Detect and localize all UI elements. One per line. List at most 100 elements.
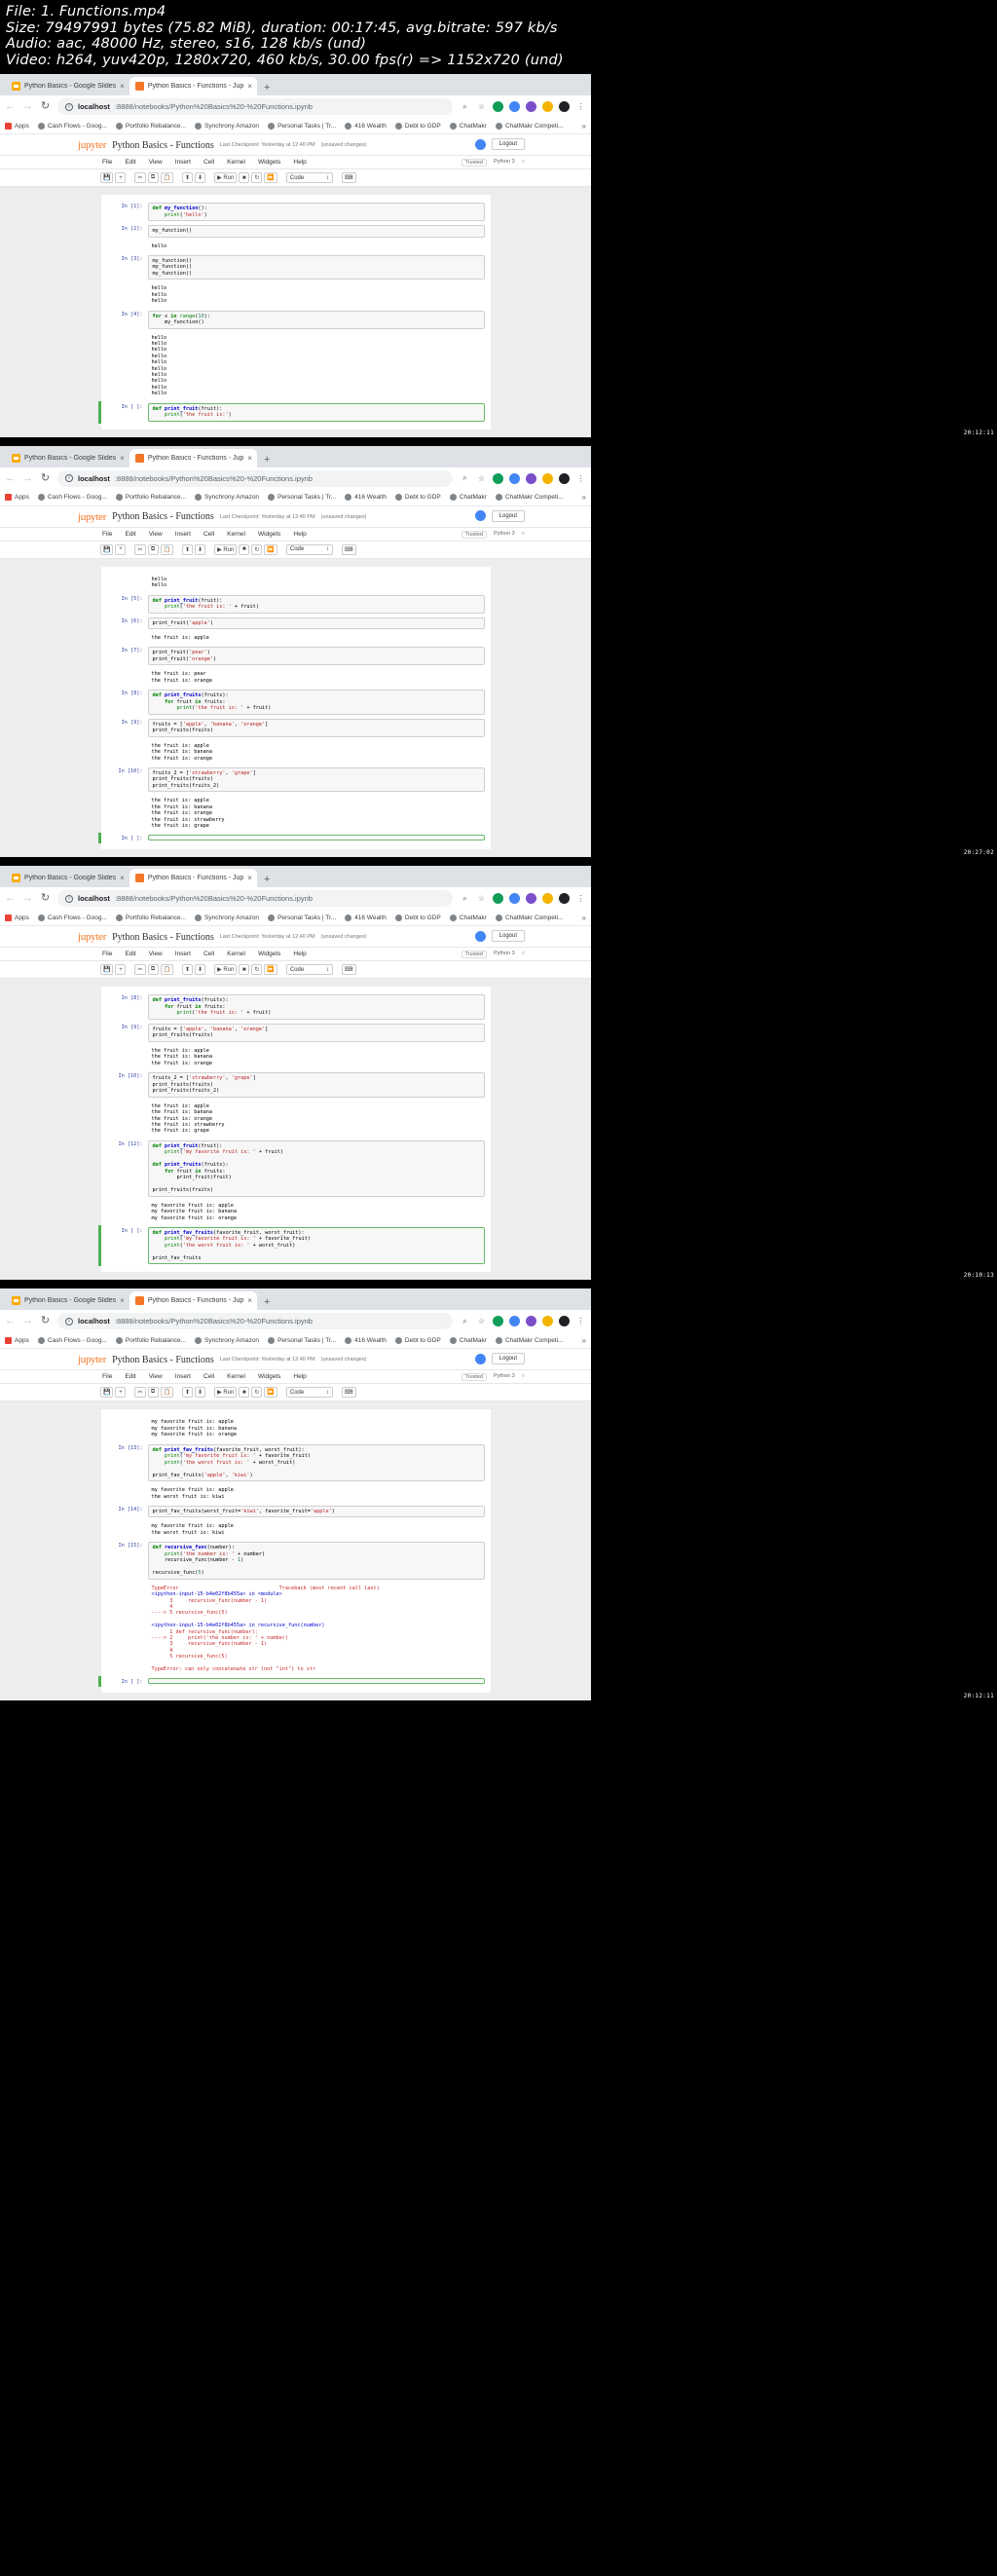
bookmark-item[interactable]: Personal Tasks | Tr... — [268, 914, 336, 921]
extension-purple-icon[interactable] — [526, 101, 536, 112]
forward-button[interactable]: → — [22, 472, 33, 484]
bookmark-item[interactable]: Apps — [5, 122, 29, 130]
new-tab-button[interactable]: + — [264, 83, 270, 93]
chrome-menu-icon[interactable]: ⋮ — [575, 893, 586, 904]
bookmark-item[interactable]: Personal Tasks | Tr... — [268, 122, 336, 130]
jupyter-menu-insert[interactable]: Insert — [175, 1373, 191, 1380]
profile-avatar-icon[interactable] — [559, 472, 570, 484]
tab-close-icon[interactable]: × — [247, 82, 252, 91]
run-button[interactable]: ▶ Run — [214, 172, 238, 183]
move-up-button[interactable]: ⬆ — [182, 964, 194, 976]
code-editor[interactable]: def print_fav_fruits(favorite_fruit, wor… — [147, 1226, 485, 1265]
move-up-button[interactable]: ⬆ — [182, 1387, 194, 1399]
chrome-menu-icon[interactable]: ⋮ — [575, 101, 586, 112]
code-editor[interactable]: def print_fruit(fruit): print('the fruit… — [147, 594, 485, 614]
tab-close-icon[interactable]: × — [120, 874, 125, 882]
cell-body[interactable]: print_fruit('pear') print_fruit('orange'… — [147, 647, 485, 666]
browser-tab-0[interactable]: Python Basics - Google Slides × — [6, 448, 129, 467]
cell-type-select[interactable]: Code ↕ — [285, 543, 333, 555]
code-editor[interactable]: def my_function(): print('hello') — [147, 203, 485, 221]
restart-kernel-button[interactable]: ↻ — [251, 1387, 263, 1399]
jupyter-menu-help[interactable]: Help — [293, 159, 306, 166]
jupyter-menu-edit[interactable]: Edit — [125, 951, 135, 957]
restart-run-all-button[interactable]: ⏩ — [264, 172, 277, 183]
bookmark-item[interactable]: ChatMakr Competi... — [495, 1336, 564, 1344]
cell-body[interactable]: print_fruit('apple') — [147, 616, 485, 629]
bookmark-item[interactable]: Cash Flows - Goog... — [37, 122, 107, 130]
code-editor[interactable]: def recursive_func(number): print('the n… — [147, 1542, 485, 1580]
bookmark-star-icon[interactable]: ☆ — [476, 893, 487, 904]
jupyter-menu-insert[interactable]: Insert — [175, 159, 191, 166]
extension-green-icon[interactable] — [493, 1316, 503, 1327]
move-down-button[interactable]: ⬇ — [195, 172, 206, 183]
chrome-menu-icon[interactable]: ⋮ — [575, 1316, 586, 1326]
cell-type-select[interactable]: Code ↕ — [285, 1387, 333, 1399]
tab-close-icon[interactable]: × — [247, 454, 252, 463]
cut-cell-button[interactable]: ✂ — [134, 172, 146, 183]
jupyter-menu-help[interactable]: Help — [293, 951, 306, 957]
bookmark-item[interactable]: 416 Wealth — [345, 1336, 387, 1344]
search-icon[interactable]: ⌕ — [460, 101, 470, 112]
jupyter-menu-kernel[interactable]: Kernel — [227, 531, 245, 538]
save-button[interactable]: 💾 — [100, 172, 114, 183]
restart-kernel-button[interactable]: ↻ — [251, 964, 263, 976]
bookmark-item[interactable]: Portfolio Rebalance... — [115, 914, 186, 921]
bookmark-item[interactable]: Debt to GDP — [394, 914, 441, 921]
logout-button[interactable]: Logout — [491, 1353, 525, 1365]
notebook-cell[interactable]: In [9]: fruits = ['apple', 'banana', 'ora… — [101, 717, 491, 739]
notebook-cell[interactable]: In [13]: def print_fav_fruits(favorite_fr… — [101, 1442, 491, 1484]
bookmark-item[interactable]: ChatMakr Competi... — [495, 494, 564, 502]
code-editor[interactable] — [147, 1678, 485, 1685]
cut-cell-button[interactable]: ✂ — [134, 1387, 146, 1399]
notebook-cell[interactable]: In [ ]: def print_fav_fruits(favorite_fru… — [97, 1224, 491, 1267]
jupyter-menu-kernel[interactable]: Kernel — [227, 1373, 245, 1380]
bookmark-item[interactable]: ChatMakr — [449, 914, 487, 921]
move-up-button[interactable]: ⬆ — [182, 172, 194, 183]
run-button[interactable]: ▶ Run — [214, 543, 238, 555]
cell-body[interactable]: def print_fruits(fruits): for fruit in f… — [147, 690, 485, 715]
notebook-cell[interactable]: In [10]: fruits_2 = ['strawberry', 'grape… — [101, 765, 491, 795]
back-button[interactable]: ← — [5, 101, 16, 112]
cell-body[interactable]: fruits = ['apple', 'banana', 'orange'] p… — [147, 718, 485, 737]
jupyter-logo[interactable]: jupyter — [78, 511, 106, 523]
code-editor[interactable]: my_function() my_function() my_function(… — [147, 254, 485, 280]
insert-cell-button[interactable]: + — [115, 1387, 127, 1399]
tab-close-icon[interactable]: × — [247, 874, 252, 882]
cell-body[interactable]: def print_fav_fruits(favorite_fruit, wor… — [147, 1226, 485, 1265]
code-editor[interactable]: fruits = ['apple', 'banana', 'orange'] p… — [147, 718, 485, 737]
paste-cell-button[interactable]: 📋 — [160, 172, 173, 183]
copy-cell-button[interactable]: ⧉ — [147, 964, 159, 976]
profile-avatar-icon[interactable] — [559, 101, 570, 112]
notebook-cell[interactable]: In [9]: fruits = ['apple', 'banana', 'ora… — [101, 1022, 491, 1044]
extension-orange-icon[interactable] — [542, 101, 553, 112]
jupyter-menu-widgets[interactable]: Widgets — [258, 951, 280, 957]
address-bar[interactable]: i localhost:8888/notebooks/Python%20Basic… — [57, 890, 453, 908]
notebook-cell[interactable]: In [10]: fruits_2 = ['strawberry', 'grape… — [101, 1070, 491, 1100]
code-editor[interactable]: fruits = ['apple', 'banana', 'orange'] p… — [147, 1023, 485, 1042]
bookmark-item[interactable]: Cash Flows - Goog... — [37, 494, 107, 502]
address-bar[interactable]: i localhost:8888/notebooks/Python%20Basic… — [57, 469, 453, 487]
notebook-cell[interactable]: In [12]: def print_fruit(fruit): print('m… — [101, 1139, 491, 1199]
logout-button[interactable]: Logout — [491, 509, 525, 522]
notebook-cell[interactable]: In [5]: def print_fruit(fruit): print('th… — [101, 593, 491, 616]
restart-kernel-button[interactable]: ↻ — [251, 172, 263, 183]
browser-tab-1[interactable]: Python Basics - Functions - Jup × — [129, 77, 257, 95]
jupyter-menu-file[interactable]: File — [102, 1373, 112, 1380]
tab-close-icon[interactable]: × — [120, 1296, 125, 1305]
jupyter-menu-view[interactable]: View — [149, 1373, 163, 1380]
notebook-cell[interactable]: In [14]: print_fav_fruits(worst_fruit='ki… — [101, 1504, 491, 1520]
jupyter-logo[interactable]: jupyter — [78, 931, 106, 943]
interrupt-kernel-button[interactable]: ■ — [239, 964, 250, 976]
code-editor[interactable]: print_fruit('pear') print_fruit('orange'… — [147, 647, 485, 666]
cell-body[interactable] — [147, 835, 485, 841]
jupyter-logo[interactable]: jupyter — [78, 1354, 106, 1365]
jupyter-menu-widgets[interactable]: Widgets — [258, 159, 280, 166]
notebook-title[interactable]: Python Basics - Functions — [112, 1355, 214, 1365]
site-info-icon[interactable]: i — [65, 102, 73, 111]
notebook-cell[interactable]: In [1]: def my_function(): print('hello') — [101, 201, 491, 223]
move-down-button[interactable]: ⬇ — [195, 543, 206, 555]
extension-green-icon[interactable] — [493, 893, 503, 905]
notebook-cell[interactable]: In [8]: def print_fruits(fruits): for fru… — [101, 688, 491, 717]
copy-cell-button[interactable]: ⧉ — [147, 172, 159, 183]
command-palette-button[interactable]: ⌨ — [341, 172, 356, 183]
